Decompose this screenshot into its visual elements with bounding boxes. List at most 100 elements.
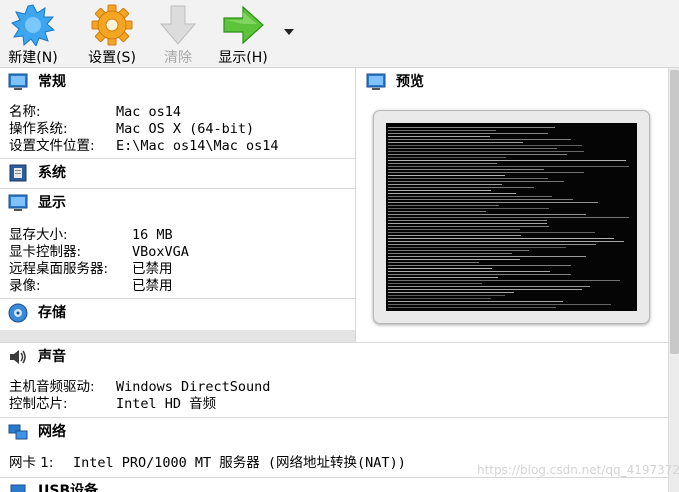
section-system-title: 系统 [38, 165, 66, 181]
section-system-header[interactable]: 系统 [8, 160, 348, 186]
settings-button[interactable]: 设置(S) [84, 2, 140, 66]
display-vram-value: 16 MB [132, 227, 173, 243]
preview-log-line [388, 289, 582, 290]
preview-log-line [388, 157, 506, 158]
preview-log-line [388, 274, 571, 275]
settings-button-label: 设置(S) [88, 50, 136, 66]
general-name-value: Mac os14 [116, 104, 182, 120]
network-adapter1-value: Intel PRO/1000 MT 服务器 (网络地址转换(NAT)) [73, 455, 406, 471]
preview-log-line [388, 172, 584, 173]
display-vram-key: 显存大小: [9, 227, 68, 243]
vm-preview-screen[interactable] [386, 123, 637, 311]
preview-log-line [388, 280, 620, 281]
preview-log-line [388, 295, 505, 296]
scrollbar-thumb[interactable] [670, 70, 679, 354]
storage-disk-icon [8, 303, 28, 323]
preview-log-line [388, 247, 566, 248]
section-general-title: 常规 [38, 74, 66, 90]
preview-log-line [388, 298, 491, 299]
general-os-value: Mac OS X (64-bit) [116, 121, 255, 137]
preview-log-line [388, 259, 520, 260]
preview-divider [355, 68, 356, 342]
display-controller-key: 显卡控制器: [9, 244, 82, 260]
show-dropdown-arrow-icon[interactable] [284, 29, 294, 35]
preview-log-line [388, 160, 626, 161]
preview-log-line [388, 175, 505, 176]
preview-log-line [388, 142, 523, 143]
preview-log-line [388, 205, 499, 206]
preview-log-line [388, 208, 549, 209]
discard-button[interactable]: 清除 [158, 2, 198, 66]
preview-log-line [388, 241, 624, 242]
separator [0, 417, 668, 418]
preview-log-line [388, 235, 521, 236]
preview-log-line [388, 268, 492, 269]
arrow-right-icon [223, 5, 264, 45]
display-rdp-value: 已禁用 [132, 261, 173, 277]
section-audio-header[interactable]: 声音 [8, 344, 648, 370]
preview-log-line [388, 133, 548, 134]
display-monitor-icon [8, 194, 28, 211]
section-storage-header[interactable]: 存储 [8, 300, 348, 326]
general-location-value: E:\Mac os14\Mac os14 [116, 138, 279, 154]
preview-log-line [388, 304, 611, 305]
show-button-label: 显示(H) [218, 50, 268, 66]
display-controller-value: VBoxVGA [132, 244, 189, 260]
preview-monitor-icon [366, 73, 386, 90]
preview-log-line [388, 202, 598, 203]
preview-log-line [388, 283, 482, 284]
preview-log-line [388, 199, 573, 200]
show-button[interactable]: 显示(H) [214, 2, 272, 66]
preview-frame [373, 110, 650, 324]
preview-log-line [388, 181, 564, 182]
arrow-down-icon [159, 5, 197, 45]
preview-log-line [388, 166, 629, 167]
general-location-key: 设置文件位置: [9, 138, 95, 154]
preview-log-line [388, 277, 498, 278]
section-display-header[interactable]: 显示 [8, 190, 348, 216]
display-recording-value: 已禁用 [132, 278, 173, 294]
preview-log-line [388, 187, 534, 188]
preview-log-line [388, 145, 582, 146]
network-adapter1-key: 网卡 1: [9, 455, 54, 471]
new-starburst-icon [11, 4, 55, 46]
monitor-icon [8, 73, 28, 90]
preview-log-line [388, 229, 520, 230]
preview-log-line [388, 250, 529, 251]
chip-icon [9, 164, 27, 182]
preview-log-line [388, 139, 571, 140]
preview-log-line [388, 169, 544, 170]
section-storage-title: 存储 [38, 305, 66, 321]
storage-details-area [0, 330, 355, 342]
section-audio-title: 声音 [38, 349, 66, 365]
section-preview-header[interactable]: 预览 [366, 69, 656, 95]
preview-log-line [388, 244, 596, 245]
section-general-header[interactable]: 常规 [8, 69, 348, 95]
audio-driver-value: Windows DirectSound [116, 379, 271, 395]
audio-driver-key: 主机音频驱动: [9, 379, 95, 395]
vertical-scrollbar[interactable] [668, 68, 679, 492]
new-button[interactable]: 新建(N) [4, 2, 62, 66]
separator [0, 188, 355, 189]
preview-log-line [388, 217, 629, 218]
general-os-key: 操作系统: [9, 121, 68, 137]
preview-log-line [388, 127, 555, 128]
section-network-header[interactable]: 网络 [8, 419, 648, 445]
section-usb-header[interactable]: USB设备 [8, 478, 648, 492]
speaker-icon [10, 350, 26, 364]
preview-log-line [388, 196, 552, 197]
preview-log-line [388, 256, 586, 257]
section-network-title: 网络 [38, 424, 66, 440]
section-preview-title: 预览 [396, 74, 424, 90]
main-toolbar: 新建(N) 设置(S) 清除 显示(H) [0, 0, 679, 68]
discard-button-label: 清除 [164, 50, 192, 66]
display-recording-key: 录像: [9, 278, 41, 294]
section-display-title: 显示 [38, 195, 66, 211]
preview-log-line [388, 178, 548, 179]
preview-log-line [388, 214, 586, 215]
preview-log-line [388, 307, 556, 308]
preview-log-line [388, 148, 557, 149]
gear-icon [91, 4, 133, 46]
preview-log-line [388, 262, 479, 263]
preview-log-line [388, 220, 547, 221]
